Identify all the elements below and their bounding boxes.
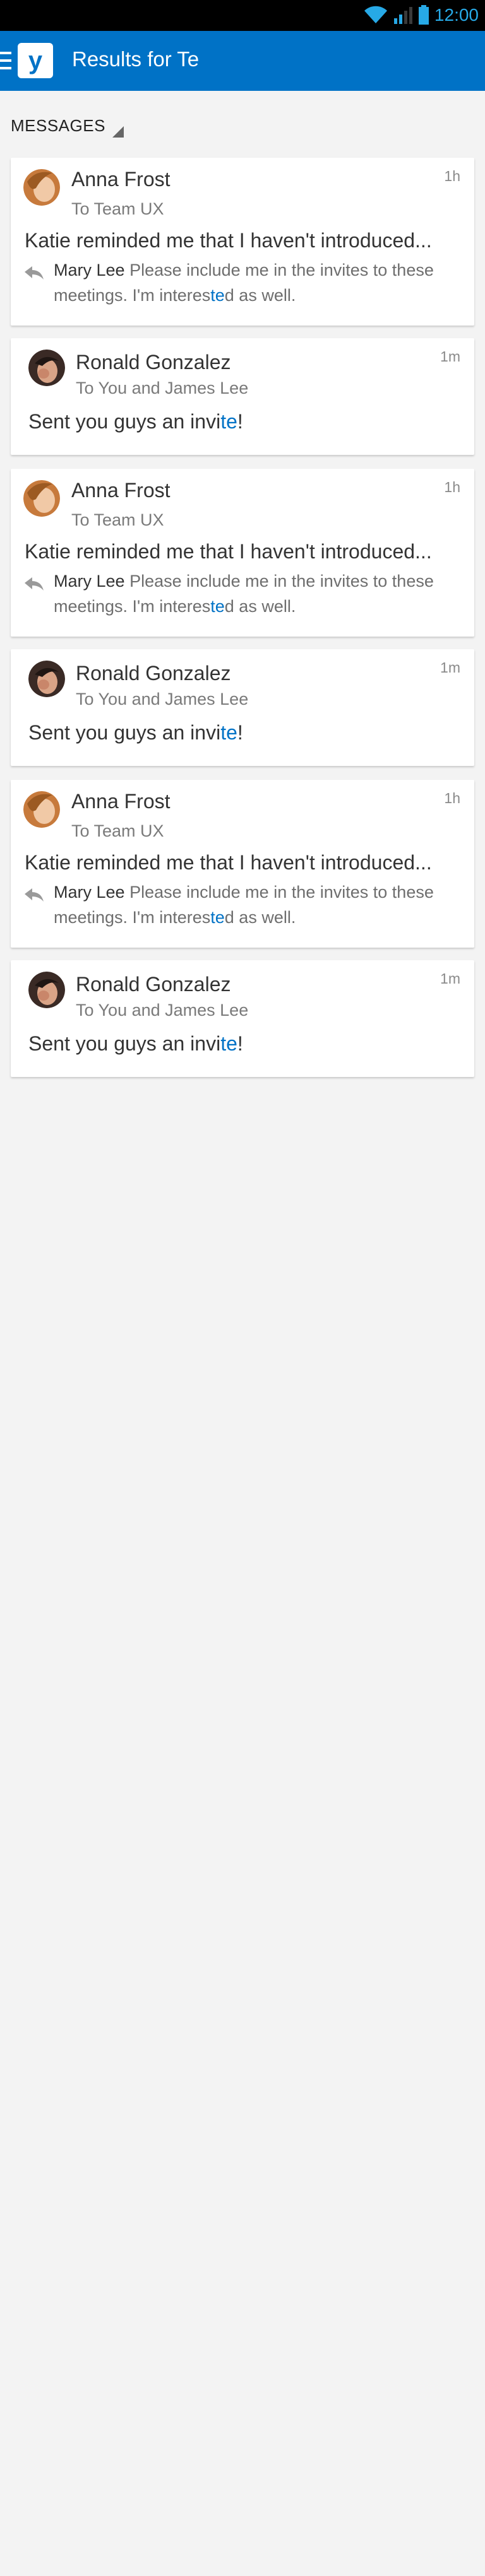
- reply-text-highlight: te: [210, 286, 225, 305]
- message-body: Katie reminded me that I haven't introdu…: [25, 540, 432, 563]
- timestamp: 1h: [444, 790, 460, 806]
- body-text-start: Sent you guys an invi: [28, 1032, 221, 1055]
- body-text-highlight: te: [220, 721, 237, 744]
- reply-text-end: d as well.: [224, 908, 296, 927]
- timestamp: 1h: [444, 168, 460, 184]
- author-name[interactable]: Ronald Gonzalez: [76, 662, 231, 685]
- page-title: Results for Te: [72, 47, 200, 71]
- reply-text-end: d as well.: [224, 597, 296, 616]
- reply-arrow-icon: [25, 577, 44, 591]
- message-card[interactable]: Ronald Gonzalez To You and James Lee 1m …: [11, 649, 474, 766]
- recipient: To Team UX: [71, 510, 164, 529]
- timestamp: 1m: [440, 970, 460, 987]
- message-body: Sent you guys an invite!: [28, 1032, 243, 1056]
- app-bar: y Results for Te: [0, 31, 485, 91]
- menu-icon[interactable]: [0, 52, 13, 71]
- message-card[interactable]: Ronald Gonzalez To You and James Lee 1m …: [11, 338, 474, 455]
- body-text-end: !: [237, 721, 243, 744]
- reply-text-highlight: te: [210, 908, 225, 927]
- author-name[interactable]: Anna Frost: [71, 479, 171, 502]
- message-card[interactable]: Anna Frost To Team UX 1h Katie reminded …: [11, 469, 474, 637]
- reply-preview: Mary Lee Please include me in the invite…: [54, 568, 458, 619]
- timestamp: 1m: [440, 348, 460, 365]
- reply-text-end: d as well.: [224, 286, 296, 305]
- recipient: To Team UX: [71, 821, 164, 840]
- reply-preview: Mary Lee Please include me in the invite…: [54, 257, 458, 308]
- reply-author[interactable]: Mary Lee: [54, 572, 125, 591]
- author-name[interactable]: Ronald Gonzalez: [76, 351, 231, 374]
- avatar[interactable]: [28, 350, 65, 386]
- reply-text-highlight: te: [210, 597, 225, 616]
- reply-preview: Mary Lee Please include me in the invite…: [54, 879, 458, 930]
- status-time: 12:00: [434, 5, 479, 25]
- recipient: To You and James Lee: [76, 690, 249, 709]
- yammer-logo[interactable]: y: [18, 43, 53, 78]
- recipient: To You and James Lee: [76, 1001, 249, 1020]
- avatar[interactable]: [28, 661, 65, 697]
- message-body: Sent you guys an invite!: [28, 410, 243, 433]
- battery-icon: [418, 5, 429, 25]
- status-icons: 12:00: [364, 4, 479, 26]
- avatar[interactable]: [23, 791, 60, 828]
- recipient: To You and James Lee: [76, 379, 249, 397]
- recipient: To Team UX: [71, 199, 164, 218]
- author-name[interactable]: Anna Frost: [71, 790, 171, 813]
- reply-arrow-icon: [25, 888, 44, 902]
- author-name[interactable]: Ronald Gonzalez: [76, 973, 231, 996]
- section-header-messages[interactable]: MESSAGES: [11, 116, 105, 136]
- avatar[interactable]: [23, 480, 60, 517]
- author-name[interactable]: Anna Frost: [71, 168, 171, 191]
- body-text-highlight: te: [220, 410, 237, 433]
- body-text-start: Sent you guys an invi: [28, 410, 221, 433]
- reply-author[interactable]: Mary Lee: [54, 883, 125, 902]
- reply-arrow-icon: [25, 266, 44, 279]
- body-text-highlight: te: [220, 1032, 237, 1055]
- avatar[interactable]: [23, 169, 60, 206]
- wifi-icon: [364, 6, 387, 24]
- status-bar: 12:00: [0, 0, 485, 31]
- reply-author[interactable]: Mary Lee: [54, 261, 125, 279]
- body-text-start: Sent you guys an invi: [28, 721, 221, 744]
- message-card[interactable]: Anna Frost To Team UX 1h Katie reminded …: [11, 158, 474, 326]
- avatar[interactable]: [28, 972, 65, 1008]
- message-body: Katie reminded me that I haven't introdu…: [25, 851, 432, 874]
- dropdown-corner-icon[interactable]: [112, 126, 124, 138]
- message-body: Sent you guys an invite!: [28, 721, 243, 744]
- timestamp: 1m: [440, 659, 460, 676]
- message-card[interactable]: Anna Frost To Team UX 1h Katie reminded …: [11, 780, 474, 948]
- timestamp: 1h: [444, 479, 460, 495]
- message-card[interactable]: Ronald Gonzalez To You and James Lee 1m …: [11, 960, 474, 1077]
- message-body: Katie reminded me that I haven't introdu…: [25, 229, 432, 252]
- body-text-end: !: [237, 1032, 243, 1055]
- signal-icon: [393, 7, 412, 24]
- body-text-end: !: [237, 410, 243, 433]
